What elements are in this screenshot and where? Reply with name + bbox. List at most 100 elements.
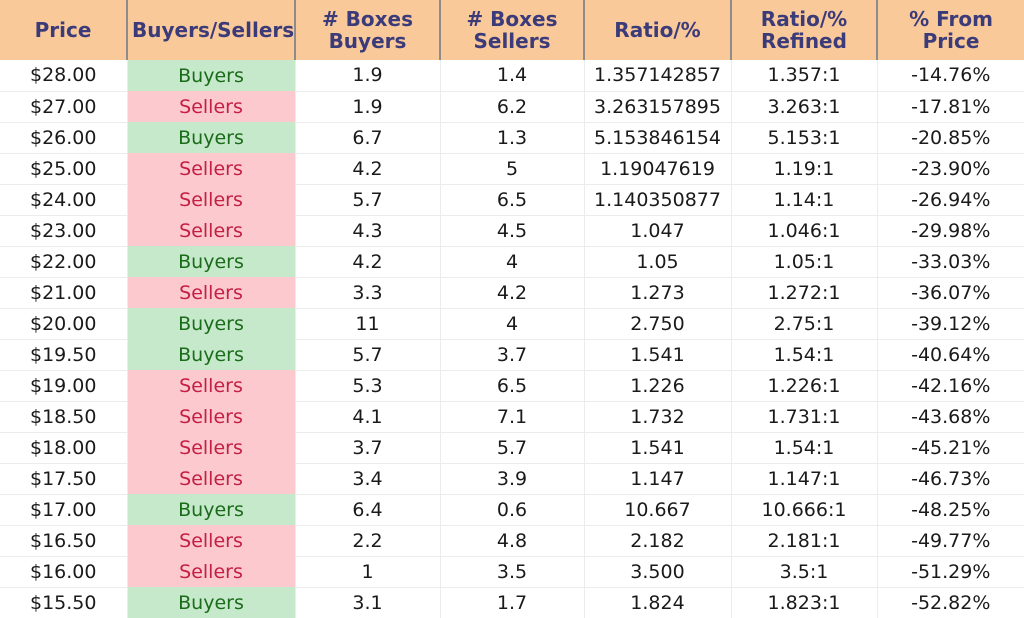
cell-side-sellers[interactable]: Sellers — [127, 215, 296, 246]
cell-refined[interactable]: 2.75:1 — [731, 308, 878, 340]
cell-price[interactable]: $16.00 — [0, 556, 128, 588]
cell-boxes_buyers[interactable]: 4.3 — [295, 215, 441, 247]
cell-boxes_buyers[interactable]: 1.9 — [295, 91, 441, 123]
cell-price[interactable]: $15.50 — [0, 587, 128, 618]
cell-from_price[interactable]: -42.16% — [877, 370, 1024, 402]
cell-boxes_sellers[interactable]: 0.6 — [440, 494, 585, 526]
cell-ratio[interactable]: 1.824 — [584, 587, 732, 618]
cell-boxes_sellers[interactable]: 3.5 — [440, 556, 585, 588]
cell-boxes_buyers[interactable]: 6.7 — [295, 122, 441, 154]
cell-ratio[interactable]: 3.500 — [584, 556, 732, 588]
cell-boxes_buyers[interactable]: 1 — [295, 556, 441, 588]
cell-refined[interactable]: 5.153:1 — [731, 122, 878, 154]
cell-boxes_sellers[interactable]: 6.5 — [440, 370, 585, 402]
cell-boxes_buyers[interactable]: 4.2 — [295, 153, 441, 185]
cell-side-buyers[interactable]: Buyers — [127, 308, 296, 339]
cell-boxes_buyers[interactable]: 3.3 — [295, 277, 441, 309]
cell-from_price[interactable]: -49.77% — [877, 525, 1024, 557]
cell-ratio[interactable]: 10.667 — [584, 494, 732, 526]
cell-side-sellers[interactable]: Sellers — [127, 432, 296, 463]
cell-from_price[interactable]: -40.64% — [877, 339, 1024, 371]
cell-ratio[interactable]: 3.263157895 — [584, 91, 732, 123]
cell-ratio[interactable]: 1.226 — [584, 370, 732, 402]
cell-from_price[interactable]: -36.07% — [877, 277, 1024, 309]
column-boxes-sellers-header[interactable]: # Boxes Sellers — [440, 0, 585, 60]
cell-refined[interactable]: 1.147:1 — [731, 463, 878, 495]
cell-price[interactable]: $18.00 — [0, 432, 128, 464]
cell-boxes_buyers[interactable]: 5.7 — [295, 339, 441, 371]
cell-side-sellers[interactable]: Sellers — [127, 91, 296, 122]
cell-boxes_sellers[interactable]: 5.7 — [440, 432, 585, 464]
column-price-header[interactable]: Price — [0, 0, 128, 60]
cell-price[interactable]: $19.50 — [0, 339, 128, 371]
cell-ratio[interactable]: 2.750 — [584, 308, 732, 340]
cell-side-buyers[interactable]: Buyers — [127, 60, 296, 91]
cell-side-sellers[interactable]: Sellers — [127, 556, 296, 587]
cell-boxes_sellers[interactable]: 3.7 — [440, 339, 585, 371]
cell-from_price[interactable]: -26.94% — [877, 184, 1024, 216]
cell-from_price[interactable]: -33.03% — [877, 246, 1024, 278]
cell-boxes_buyers[interactable]: 5.3 — [295, 370, 441, 402]
cell-price[interactable]: $24.00 — [0, 184, 128, 216]
cell-ratio[interactable]: 1.357142857 — [584, 60, 732, 92]
cell-ratio[interactable]: 1.05 — [584, 246, 732, 278]
cell-from_price[interactable]: -20.85% — [877, 122, 1024, 154]
cell-price[interactable]: $27.00 — [0, 91, 128, 123]
cell-price[interactable]: $25.00 — [0, 153, 128, 185]
cell-price[interactable]: $20.00 — [0, 308, 128, 340]
cell-refined[interactable]: 1.226:1 — [731, 370, 878, 402]
cell-refined[interactable]: 10.666:1 — [731, 494, 878, 526]
cell-boxes_buyers[interactable]: 1.9 — [295, 60, 441, 92]
cell-side-buyers[interactable]: Buyers — [127, 494, 296, 525]
cell-boxes_buyers[interactable]: 4.2 — [295, 246, 441, 278]
cell-side-sellers[interactable]: Sellers — [127, 184, 296, 215]
cell-refined[interactable]: 1.54:1 — [731, 339, 878, 371]
cell-ratio[interactable]: 1.732 — [584, 401, 732, 433]
cell-boxes_sellers[interactable]: 6.2 — [440, 91, 585, 123]
cell-refined[interactable]: 3.5:1 — [731, 556, 878, 588]
cell-boxes_sellers[interactable]: 1.7 — [440, 587, 585, 618]
cell-refined[interactable]: 1.357:1 — [731, 60, 878, 92]
column-percent-from-price-header[interactable]: % From Price — [877, 0, 1024, 60]
cell-boxes_buyers[interactable]: 5.7 — [295, 184, 441, 216]
cell-ratio[interactable]: 1.147 — [584, 463, 732, 495]
cell-boxes_sellers[interactable]: 6.5 — [440, 184, 585, 216]
cell-boxes_buyers[interactable]: 4.1 — [295, 401, 441, 433]
cell-boxes_buyers[interactable]: 11 — [295, 308, 441, 340]
cell-price[interactable]: $18.50 — [0, 401, 128, 433]
cell-boxes_buyers[interactable]: 6.4 — [295, 494, 441, 526]
cell-side-sellers[interactable]: Sellers — [127, 153, 296, 184]
cell-from_price[interactable]: -29.98% — [877, 215, 1024, 247]
cell-side-sellers[interactable]: Sellers — [127, 401, 296, 432]
cell-side-sellers[interactable]: Sellers — [127, 277, 296, 308]
cell-price[interactable]: $17.00 — [0, 494, 128, 526]
cell-boxes_buyers[interactable]: 3.4 — [295, 463, 441, 495]
cell-side-sellers[interactable]: Sellers — [127, 463, 296, 494]
cell-price[interactable]: $16.50 — [0, 525, 128, 557]
cell-boxes_sellers[interactable]: 5 — [440, 153, 585, 185]
column-boxes-buyers-header[interactable]: # Boxes Buyers — [295, 0, 441, 60]
cell-price[interactable]: $19.00 — [0, 370, 128, 402]
cell-refined[interactable]: 2.181:1 — [731, 525, 878, 557]
cell-refined[interactable]: 1.272:1 — [731, 277, 878, 309]
cell-side-sellers[interactable]: Sellers — [127, 525, 296, 556]
cell-boxes_sellers[interactable]: 4 — [440, 308, 585, 340]
cell-price[interactable]: $26.00 — [0, 122, 128, 154]
cell-ratio[interactable]: 1.19047619 — [584, 153, 732, 185]
column-ratio-header[interactable]: Ratio/% — [584, 0, 732, 60]
cell-refined[interactable]: 1.823:1 — [731, 587, 878, 618]
cell-boxes_sellers[interactable]: 4.5 — [440, 215, 585, 247]
cell-boxes_sellers[interactable]: 7.1 — [440, 401, 585, 433]
cell-ratio[interactable]: 1.541 — [584, 339, 732, 371]
cell-from_price[interactable]: -17.81% — [877, 91, 1024, 123]
cell-refined[interactable]: 1.046:1 — [731, 215, 878, 247]
cell-from_price[interactable]: -14.76% — [877, 60, 1024, 92]
cell-side-buyers[interactable]: Buyers — [127, 122, 296, 153]
cell-refined[interactable]: 1.54:1 — [731, 432, 878, 464]
cell-ratio[interactable]: 1.273 — [584, 277, 732, 309]
cell-from_price[interactable]: -39.12% — [877, 308, 1024, 340]
cell-ratio[interactable]: 1.047 — [584, 215, 732, 247]
cell-refined[interactable]: 1.05:1 — [731, 246, 878, 278]
cell-boxes_sellers[interactable]: 4.8 — [440, 525, 585, 557]
cell-refined[interactable]: 3.263:1 — [731, 91, 878, 123]
